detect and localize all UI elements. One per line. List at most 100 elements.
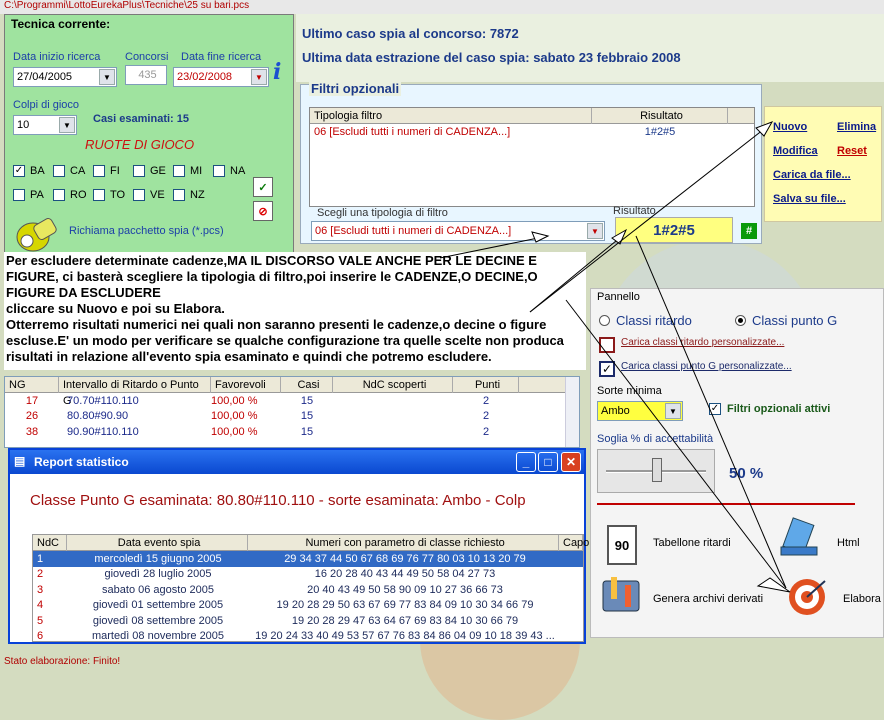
report-table[interactable]: NdC Data evento spia Numeri con parametr… xyxy=(32,534,589,645)
table-cell: giovedì 08 settembre 2005 xyxy=(92,614,224,627)
table-cell: 100,00 % xyxy=(211,410,258,423)
table-row[interactable]: 26 80.80#90.90 100,00 % 15 2 xyxy=(5,409,579,425)
genera-label[interactable]: Genera archivi derivati xyxy=(653,593,763,605)
clear-all-icon[interactable]: ⊘ xyxy=(253,201,273,221)
carica-ritardo-checkbox[interactable] xyxy=(599,337,615,353)
table-cell: giovedì 28 luglio 2005 xyxy=(104,568,212,581)
radio-classi-ritardo[interactable]: Classi ritardo xyxy=(599,313,692,328)
table-row[interactable]: 4 giovedì 01 settembre 2005 19 20 28 29 50… xyxy=(33,598,583,614)
ruota-ro-checkbox[interactable]: RO xyxy=(53,189,87,201)
col-ndc[interactable]: NdC xyxy=(33,534,67,551)
sorte-combo[interactable]: Ambo ▼ xyxy=(597,401,683,421)
table-row[interactable]: 06 [Escludi tutti i numeri di CADENZA...… xyxy=(310,124,754,140)
ruota-nz-checkbox[interactable]: NZ xyxy=(173,189,205,201)
colpi-combo[interactable]: 10 ▼ xyxy=(13,115,77,135)
table-row[interactable]: 6 martedì 08 novembre 2005 19 20 24 33 40 … xyxy=(33,629,583,645)
filtri-table[interactable]: Tipologia filtro Risultato 06 [Escludi t… xyxy=(309,107,755,207)
carica-punto-g-checkbox[interactable]: ✓ xyxy=(599,361,615,377)
ruota-to-checkbox[interactable]: TO xyxy=(93,189,125,201)
ng-table[interactable]: NG Intervallo di Ritardo o Punto G Favor… xyxy=(4,376,580,448)
reset-link[interactable]: Reset xyxy=(837,145,867,157)
chevron-down-icon[interactable]: ▼ xyxy=(99,69,115,85)
salva-file-link[interactable]: Salva su file... xyxy=(773,193,846,205)
filtri-title: Filtri opzionali xyxy=(309,81,402,96)
table-cell: 90.90#110.110 xyxy=(67,425,139,438)
richiama-link[interactable]: Richiama pacchetto spia (*.pcs) xyxy=(69,225,224,237)
chevron-down-icon[interactable]: ▼ xyxy=(665,403,681,419)
data-inizio-combo[interactable]: 27/04/2005 ▼ xyxy=(13,67,117,87)
radio-classi-punto-g[interactable]: Classi punto G xyxy=(735,313,837,328)
table-row[interactable]: 17 70.70#110.110 100,00 % 15 2 xyxy=(5,393,579,409)
carica-file-link[interactable]: Carica da file... xyxy=(773,169,851,181)
slider-thumb[interactable] xyxy=(652,458,662,482)
html-label[interactable]: Html xyxy=(837,537,860,549)
info-icon[interactable]: i xyxy=(273,59,281,85)
ng-table-header: NG Intervallo di Ritardo o Punto G Favor… xyxy=(5,376,579,407)
scegli-combo[interactable]: 06 [Escludi tutti i numeri di CADENZA...… xyxy=(311,221,605,241)
maximize-button[interactable]: □ xyxy=(538,452,558,472)
ruota-mi-checkbox[interactable]: MI xyxy=(173,165,202,177)
soglia-slider[interactable] xyxy=(597,449,715,493)
report-window-icon: ▤ xyxy=(14,454,26,468)
table-row[interactable]: 5 giovedì 08 settembre 2005 19 20 28 29 47… xyxy=(33,613,583,629)
col-casi[interactable]: Casi xyxy=(281,376,333,393)
carica-ritardo-link[interactable]: Carica classi ritardo personalizzate... xyxy=(621,337,784,348)
close-button[interactable]: ✕ xyxy=(561,452,581,472)
col-intervallo[interactable]: Intervallo di Ritardo o Punto G xyxy=(59,376,211,407)
table-row[interactable]: 3 sabato 06 agosto 2005 20 40 43 49 50 58 … xyxy=(33,582,583,598)
nuovo-link[interactable]: Nuovo xyxy=(773,121,807,133)
table-cell: 15 xyxy=(300,394,314,407)
col-ndc[interactable]: NdC scoperti xyxy=(333,376,453,393)
ruota-pa-checkbox[interactable]: PA xyxy=(13,189,44,201)
ruota-fi-checkbox[interactable]: FI xyxy=(93,165,120,177)
ruota-ge-checkbox[interactable]: GE xyxy=(133,165,166,177)
html-icon[interactable] xyxy=(779,517,819,561)
table-row[interactable]: 38 90.90#110.110 100,00 % 15 2 xyxy=(5,424,579,440)
data-fine-combo[interactable]: 23/02/2008 ▼ xyxy=(173,67,269,87)
hash-button[interactable]: # xyxy=(741,223,757,239)
richiama-icon[interactable] xyxy=(13,213,61,257)
ruota-ba-checkbox[interactable]: ✓ BA xyxy=(13,165,45,177)
chevron-down-icon[interactable]: ▼ xyxy=(251,69,267,85)
table-cell: 70.70#110.110 xyxy=(67,394,139,407)
check-all-icon[interactable]: ✓ xyxy=(253,177,273,197)
info-area: Ultimo caso spia al concorso: 7872 Ultim… xyxy=(296,14,884,82)
table-cell: 17 xyxy=(25,394,39,407)
ruota-na-checkbox[interactable]: NA xyxy=(213,165,245,177)
ng-scrollbar[interactable] xyxy=(565,377,579,447)
report-titlebar[interactable]: ▤ Report statistico _ □ ✕ xyxy=(10,450,584,474)
tabellone-label[interactable]: Tabellone ritardi xyxy=(653,537,731,549)
tabellone-icon[interactable]: 90 xyxy=(607,525,637,565)
carica-punto-g-link[interactable]: Carica classi punto G personalizzate... xyxy=(621,361,792,372)
filtri-panel: Filtri opzionali Tipologia filtro Risult… xyxy=(300,81,762,244)
col-punti[interactable]: Punti xyxy=(453,376,519,393)
annotation-line: FIGURE DA ESCLUDERE xyxy=(6,285,161,300)
col-data[interactable]: Data evento spia xyxy=(67,534,249,551)
table-row[interactable]: 1 mercoledì 15 giugno 2005 29 34 37 44 50 … xyxy=(33,551,583,567)
risultato-input[interactable]: 1#2#5 xyxy=(615,217,733,243)
chevron-down-icon[interactable]: ▼ xyxy=(587,223,603,239)
table-cell: 19 20 24 33 40 49 53 57 67 76 83 84 86 0… xyxy=(255,630,555,643)
col-favorevoli[interactable]: Favorevoli xyxy=(211,376,281,393)
genera-icon[interactable] xyxy=(599,575,643,615)
minimize-button[interactable]: _ xyxy=(516,452,536,472)
chevron-down-icon[interactable]: ▼ xyxy=(59,117,75,133)
filtro-tipologia: 06 [Escludi tutti i numeri di CADENZA...… xyxy=(314,125,511,138)
col-risultato[interactable]: Risultato xyxy=(592,107,728,124)
ruota-ca-checkbox[interactable]: CA xyxy=(53,165,85,177)
filtri-attivi-checkbox[interactable]: ✓ Filtri opzionali attivi xyxy=(709,403,830,415)
col-capo[interactable]: Capo xyxy=(559,534,589,551)
ruota-ve-checkbox[interactable]: VE xyxy=(133,189,165,201)
table-row[interactable]: 2 giovedì 28 luglio 2005 16 20 28 40 43 44… xyxy=(33,567,583,583)
casi-esaminati: Casi esaminati: 15 xyxy=(93,113,189,125)
elimina-link[interactable]: Elimina xyxy=(837,121,876,133)
elabora-label[interactable]: Elabora xyxy=(843,593,881,605)
col-tipologia[interactable]: Tipologia filtro xyxy=(310,107,592,124)
colpi-label: Colpi di gioco xyxy=(13,99,80,111)
col-ng[interactable]: NG xyxy=(5,376,59,393)
table-cell: 5 xyxy=(37,614,44,627)
elabora-icon[interactable] xyxy=(787,577,827,617)
col-numeri[interactable]: Numeri con parametro di classe richiesto xyxy=(248,534,559,551)
status-text: Stato elaborazione: Finito! xyxy=(4,656,121,667)
modifica-link[interactable]: Modifica xyxy=(773,145,818,157)
